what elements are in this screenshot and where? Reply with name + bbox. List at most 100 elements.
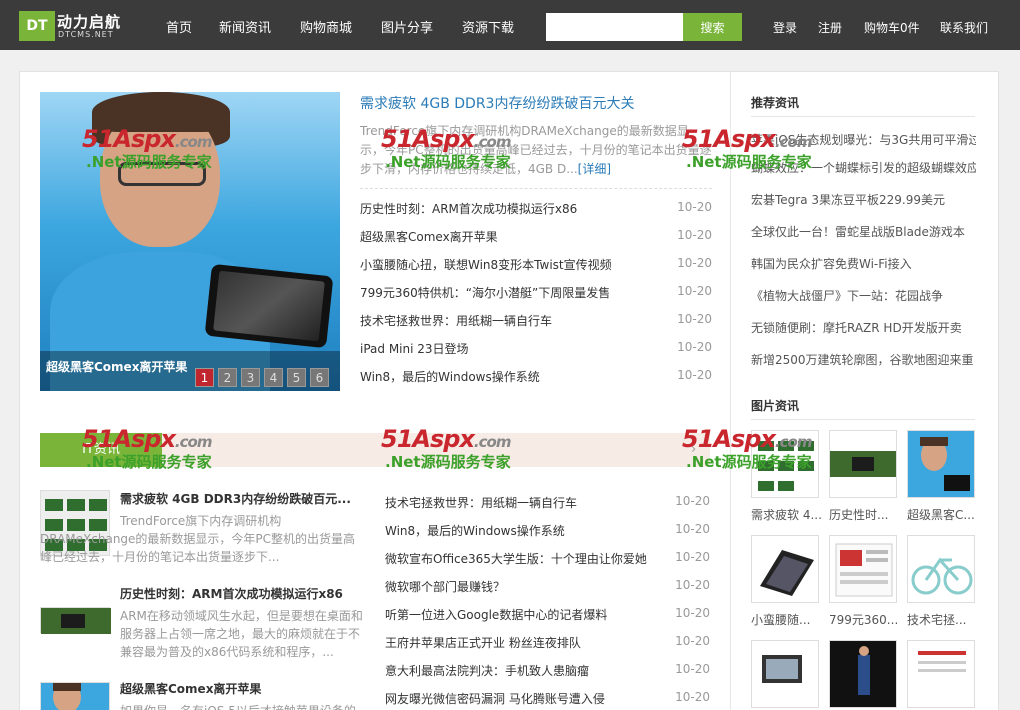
list-item[interactable]: 超级黑客Comex离开苹果 10-20 <box>360 228 712 248</box>
list-item-date: 10-20 <box>677 256 712 270</box>
photo-glasses-shape <box>118 162 206 186</box>
list-item-title: 微软宣布Office365大学生版：十个理由让你爱她 <box>385 552 647 566</box>
list-item[interactable]: 小蛮腰随心扭，联想Win8变形本Twist宣传视频 10-20 <box>360 256 712 276</box>
divider <box>751 116 975 117</box>
paper-bicycle-image <box>911 557 973 595</box>
pic-caption[interactable]: 超级黑客C... <box>907 506 975 523</box>
news-item-summary: ARM在移动领域风生水起，但是要想在桌面和服务器上占领一席之地，最大的麻烦就在于… <box>120 609 363 659</box>
list-item-date: 10-20 <box>675 606 710 620</box>
memory-chips-image <box>758 441 814 491</box>
slider-dot-4[interactable]: 4 <box>264 368 283 387</box>
list-item[interactable]: Win8，最后的Windows操作系统 10-20 <box>360 368 712 388</box>
list-item[interactable]: 网友曝光微信密码漏洞 马化腾账号遭入侵 10-20 <box>385 690 710 710</box>
list-item[interactable]: 微软哪个部门最赚钱？ 10-20 <box>385 578 710 598</box>
slider-dot-6[interactable]: 6 <box>310 368 329 387</box>
news-item-title[interactable]: 超级黑客Comex离开苹果 <box>120 680 261 697</box>
list-item-date: 10-20 <box>677 284 712 298</box>
list-item[interactable]: 意大利最高法院判决：手机致人患脑瘤 10-20 <box>385 662 710 682</box>
slider-caption[interactable]: 超级黑客Comex离开苹果 <box>46 358 187 375</box>
slider-dot-2[interactable]: 2 <box>218 368 237 387</box>
nav-photos[interactable]: 图片分享 <box>381 17 433 36</box>
pic-thumbnail[interactable] <box>907 535 975 603</box>
list-item[interactable]: Win8，最后的Windows操作系统 10-20 <box>385 522 710 542</box>
recommend-item[interactable]: 宏碁Tegra 3果冻豆平板229.99美元 <box>751 191 976 208</box>
nav-home[interactable]: 首页 <box>166 17 192 36</box>
recommend-item[interactable]: 《植物大战僵尸》下一站：花园战争 <box>751 287 976 304</box>
list-item-title: 超级黑客Comex离开苹果 <box>360 230 498 244</box>
list-item[interactable]: iPad Mini 23日登场 10-20 <box>360 340 712 360</box>
list-item-date: 10-20 <box>675 662 710 676</box>
news-item-summary: 如果你是一名有iOS 5以后才接触苹果设备的 <box>120 702 366 710</box>
list-item-title: 799元360特供机：“海尔小潜艇”下周限量发售 <box>360 286 611 300</box>
section-tab-it-news[interactable]: IT资讯 <box>40 433 162 467</box>
slider-dot-5[interactable]: 5 <box>287 368 306 387</box>
top-navigation-bar: DT 动力启航 DTCMS.NET 首页 新闻资讯 购物商城 图片分享 资源下载… <box>0 0 1020 50</box>
pic-caption[interactable]: 技术宅拯... <box>907 611 966 628</box>
nav-shop[interactable]: 购物商城 <box>300 17 352 36</box>
list-item[interactable]: 799元360特供机：“海尔小潜艇”下周限量发售 10-20 <box>360 284 712 304</box>
list-item-date: 10-20 <box>675 578 710 592</box>
list-item-title: 听第一位进入Google数据中心的记者爆料 <box>385 608 608 622</box>
pic-thumbnail[interactable] <box>907 640 975 708</box>
search-input[interactable] <box>546 13 683 41</box>
recommend-item[interactable]: 蝴蝶效应：一个蝴蝶标引发的超级蝴蝶效应 <box>751 159 976 176</box>
stage-presentation-image <box>858 646 870 695</box>
headline-summary-text: TrendForce旗下内存调研机构DRAMeXchange的最新数据显示，今年… <box>360 124 712 176</box>
list-item[interactable]: 王府井苹果店正式开业 粉丝连夜排队 10-20 <box>385 634 710 654</box>
list-item[interactable]: 微软宣布Office365大学生版：十个理由让你爱她 10-20 <box>385 550 710 570</box>
slider-dot-3[interactable]: 3 <box>241 368 260 387</box>
search-button[interactable]: 搜索 <box>683 13 742 41</box>
list-item[interactable]: 技术宅拯救世界：用纸糊一辆自行车 10-20 <box>360 312 712 332</box>
photo-phone-shape <box>204 263 334 349</box>
list-item-title: 技术宅拯救世界：用纸糊一辆自行车 <box>360 314 553 328</box>
cart-link[interactable]: 购物车0件 <box>864 19 920 36</box>
list-item-title: Win8，最后的Windows操作系统 <box>360 370 540 384</box>
recommend-item[interactable]: 新增2500万建筑轮廓图，谷歌地图迎来重 <box>751 351 976 368</box>
list-item[interactable]: 历史性时刻：ARM首次成功模拟运行x86 10-20 <box>360 200 712 220</box>
pic-caption[interactable]: 历史性时... <box>829 506 888 523</box>
pic-thumbnail[interactable] <box>829 535 897 603</box>
recommend-item[interactable]: 苹果iOS生态规划曝光：与3G共用可平滑过 <box>751 131 976 148</box>
pics-title: 图片资讯 <box>751 399 800 413</box>
person-photo-image <box>920 437 970 491</box>
pic-thumbnail[interactable] <box>751 430 819 498</box>
site-logo[interactable]: DT 动力启航 DTCMS.NET <box>19 11 131 41</box>
logo-domain: DTCMS.NET <box>58 30 114 39</box>
chevron-right-icon[interactable]: › <box>691 442 696 457</box>
pic-thumbnail[interactable] <box>751 535 819 603</box>
list-item-date: 10-20 <box>675 690 710 704</box>
person-photo-image <box>53 681 81 710</box>
contact-link[interactable]: 联系我们 <box>940 19 988 36</box>
login-link[interactable]: 登录 <box>773 19 797 36</box>
list-item-title: 技术宅拯救世界：用纸糊一辆自行车 <box>385 496 578 510</box>
pic-thumbnail[interactable] <box>751 640 819 708</box>
headline-more-link[interactable]: [详细] <box>578 162 611 176</box>
pic-thumbnail[interactable] <box>829 430 897 498</box>
recommend-item[interactable]: 全球仅此一台！雷蛇星战版Blade游戏本 <box>751 223 976 240</box>
list-item[interactable]: 听第一位进入Google数据中心的记者爆料 10-20 <box>385 606 710 626</box>
news-thumbnail[interactable] <box>40 607 111 634</box>
divider <box>751 419 975 420</box>
logo-mark: DT <box>19 11 55 41</box>
news-item-title[interactable]: 需求疲软 4GB DDR3内存纷纷跌破百元... <box>120 490 351 507</box>
pic-caption[interactable]: 需求疲软 4... <box>751 506 822 523</box>
pic-caption[interactable]: 小蛮腰随... <box>751 611 810 628</box>
slider-dot-1[interactable]: 1 <box>195 368 214 387</box>
webpage-screenshot-image <box>835 543 893 597</box>
recommend-item[interactable]: 无锁随便刷：摩托RAZR HD开发版开卖 <box>751 319 976 336</box>
document-image <box>918 651 966 672</box>
recommend-item[interactable]: 韩国为民众扩容免费Wi-Fi接入 <box>751 255 976 272</box>
list-item[interactable]: 技术宅拯救世界：用纸糊一辆自行车 10-20 <box>385 494 710 514</box>
pic-caption[interactable]: 799元360... <box>829 611 898 628</box>
pic-thumbnail[interactable] <box>829 640 897 708</box>
nav-downloads[interactable]: 资源下载 <box>462 17 514 36</box>
news-thumbnail[interactable] <box>40 681 110 710</box>
pic-thumbnail[interactable] <box>907 430 975 498</box>
list-item-title: 微软哪个部门最赚钱？ <box>385 580 506 594</box>
nav-news[interactable]: 新闻资讯 <box>219 17 271 36</box>
featured-slider[interactable]: 超级黑客Comex离开苹果 1 2 3 4 5 6 <box>40 92 340 391</box>
news-item-title[interactable]: 历史性时刻：ARM首次成功模拟运行x86 <box>120 585 343 602</box>
register-link[interactable]: 注册 <box>818 19 842 36</box>
list-item-title: 王府井苹果店正式开业 粉丝连夜排队 <box>385 636 581 650</box>
headline-title[interactable]: 需求疲软 4GB DDR3内存纷纷跌破百元大关 <box>360 93 634 113</box>
